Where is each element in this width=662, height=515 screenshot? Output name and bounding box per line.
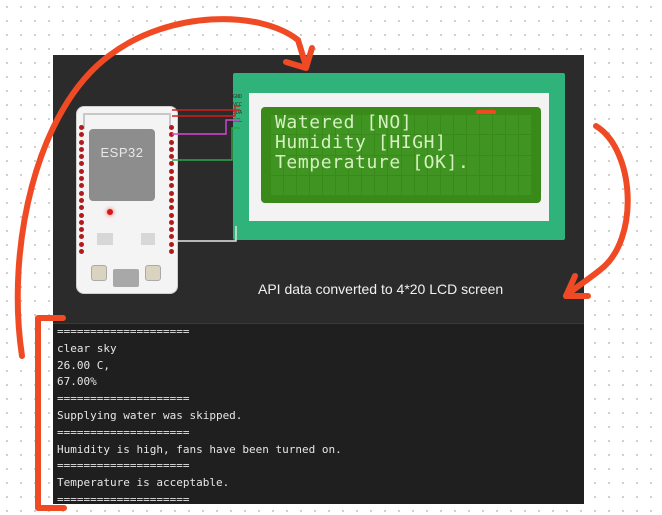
wire-scl <box>172 127 240 161</box>
wire-vcc <box>172 105 240 117</box>
arrow-curve-right <box>563 123 631 299</box>
wire-gnd-return <box>172 226 237 242</box>
wire-sda <box>172 119 240 135</box>
arrow-curve-top <box>14 16 309 359</box>
red-annotations <box>14 16 631 511</box>
annotation-layer <box>14 16 631 511</box>
bracket-serial <box>35 315 67 511</box>
wiring <box>172 105 240 242</box>
